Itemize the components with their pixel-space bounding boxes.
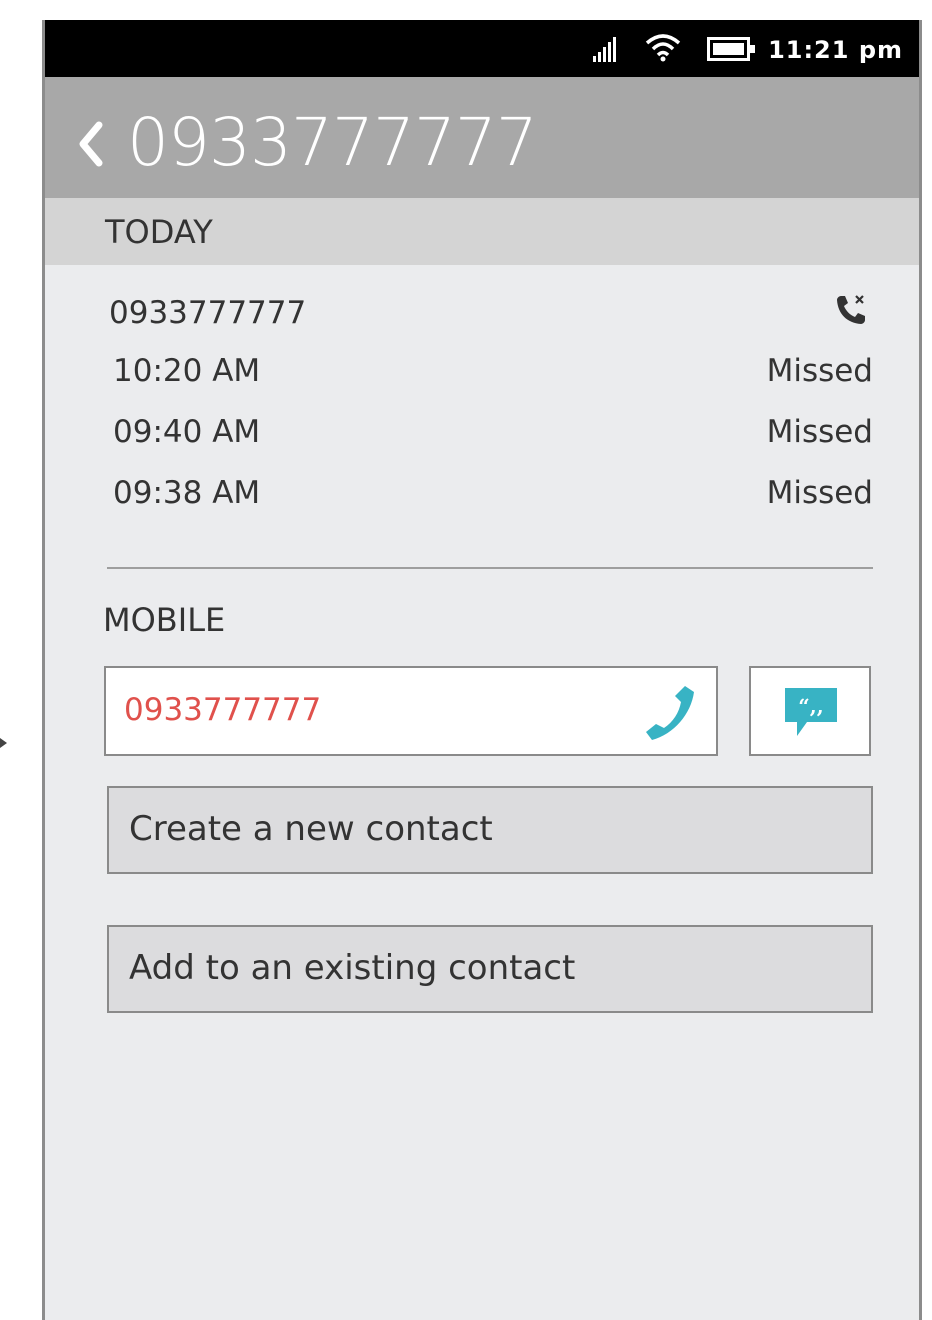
call-time: 09:40 AM [113,414,261,450]
call-time: 09:38 AM [113,475,261,511]
call-log-entry: 10:20 AM Missed [113,351,873,391]
call-status: Missed [766,475,873,511]
create-contact-button[interactable]: Create a new contact [107,786,873,874]
page-title: 0933777777 [127,104,538,181]
create-contact-label: Create a new contact [129,809,493,849]
call-status: Missed [766,353,873,389]
message-icon: “,, [785,688,837,736]
call-log-number: 0933777777 [109,295,307,331]
mobile-number: 0933777777 [124,692,322,728]
status-time: 11:21 pm [768,36,903,64]
pointer-arrow-icon [0,738,7,748]
today-section-header: TODAY [45,198,919,265]
mobile-label: MOBILE [103,601,226,639]
add-existing-contact-button[interactable]: Add to an existing contact [107,925,873,1013]
call-log-entry: 09:40 AM Missed [113,412,873,452]
phone-icon [646,686,694,740]
battery-icon [707,37,755,61]
wifi-icon [645,34,681,62]
signal-icon [593,37,616,62]
status-bar: 11:21 pm [45,20,919,77]
call-log-entry: 09:38 AM Missed [113,473,873,513]
missed-call-icon [837,295,865,324]
send-message-button[interactable]: “,, [749,666,871,756]
chevron-left-icon[interactable] [75,119,105,169]
call-status: Missed [766,414,873,450]
call-number-button[interactable]: 0933777777 [104,666,718,756]
call-time: 10:20 AM [113,353,261,389]
add-existing-contact-label: Add to an existing contact [129,948,576,988]
header: 0933777777 [45,77,919,198]
phone-screen: 11:21 pm 0933777777 TODAY 0933777777 10:… [42,20,922,1320]
svg-text:“,,: “,, [798,694,823,718]
section-divider [107,567,873,569]
today-label: TODAY [105,213,213,251]
